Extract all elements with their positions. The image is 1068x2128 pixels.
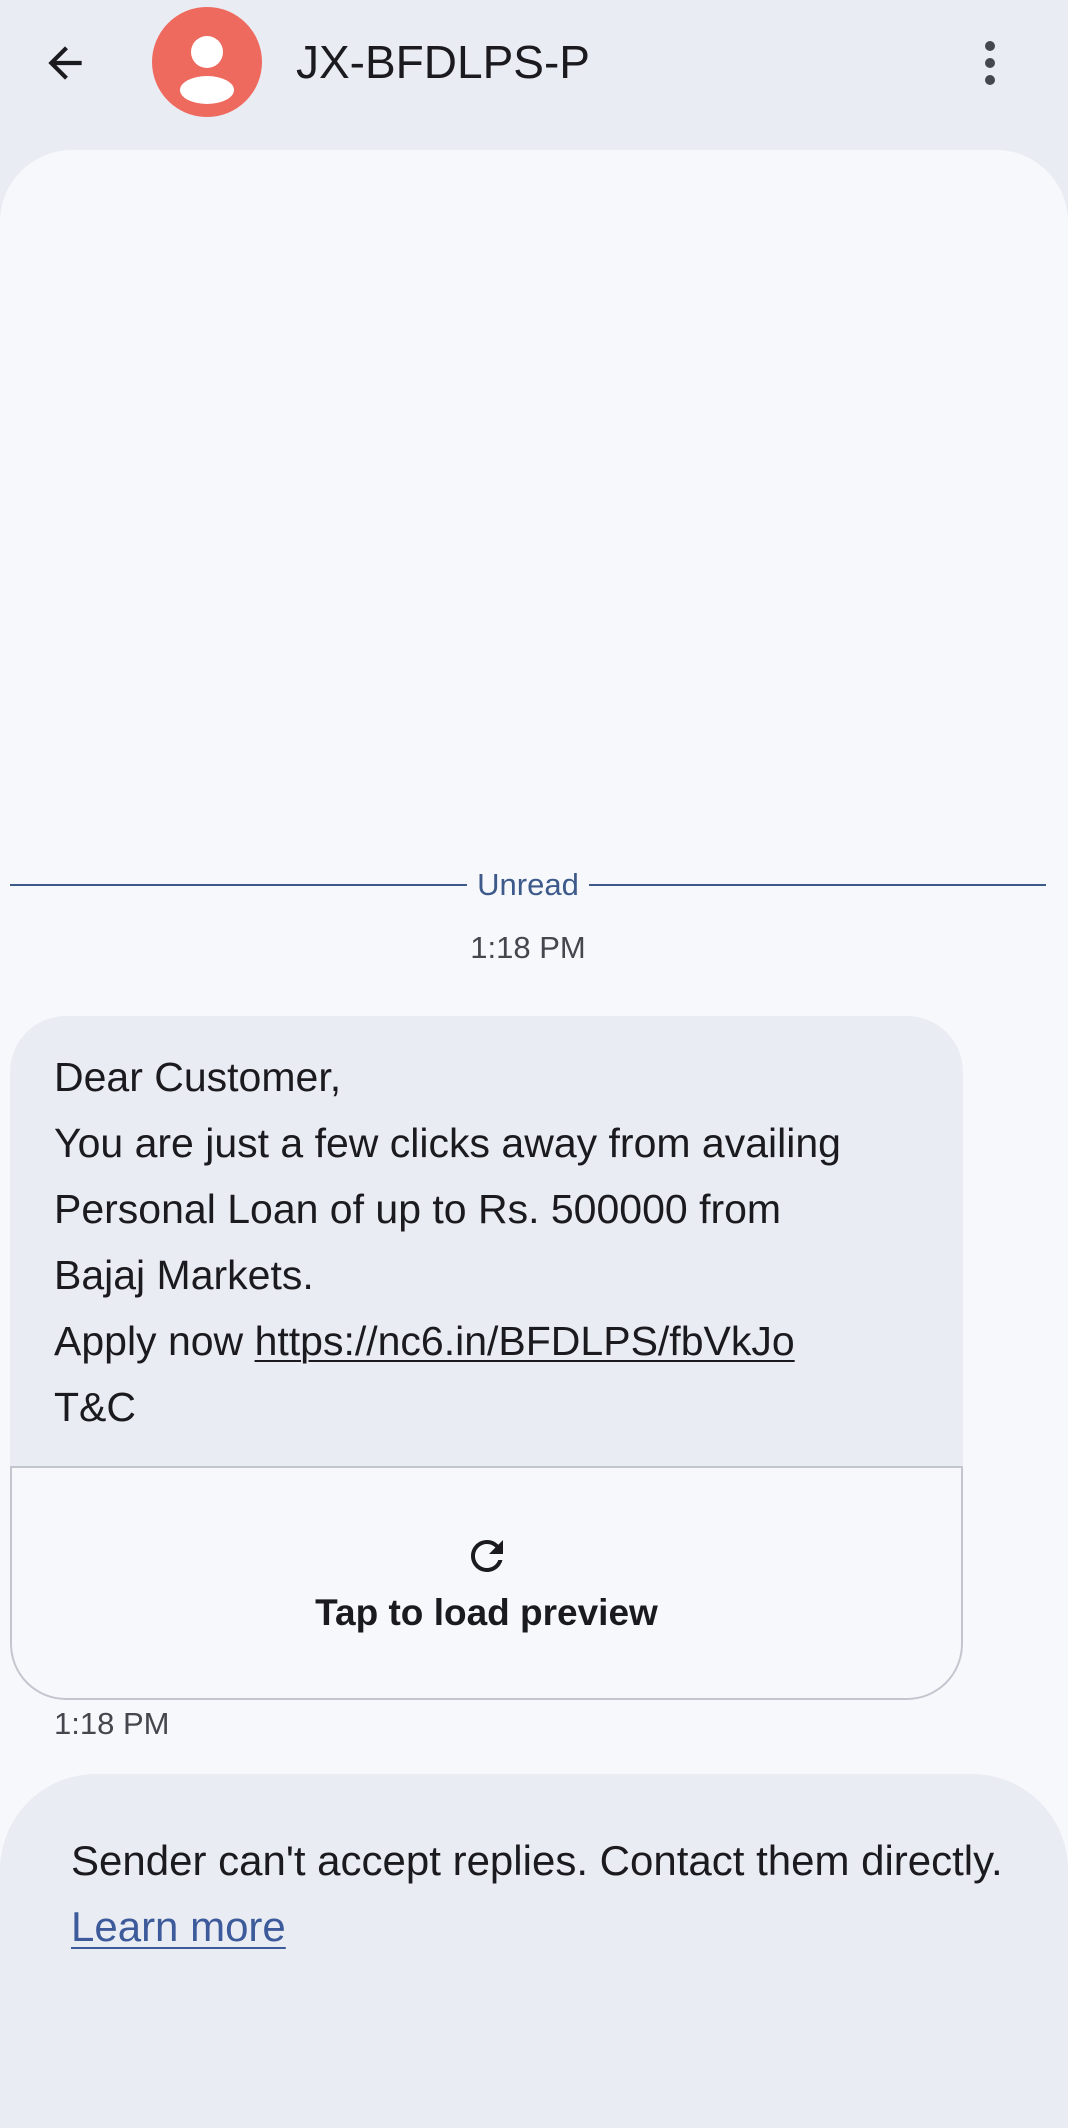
divider-line (588, 884, 1046, 886)
message-line: Dear Customer, (54, 1054, 342, 1100)
link-preview-button[interactable]: Tap to load preview (10, 1466, 963, 1700)
message-link[interactable]: https://nc6.in/BFDLPS/fbVkJo (255, 1318, 795, 1364)
message-line: Personal Loan of up to Rs. 500000 from (54, 1186, 782, 1232)
person-icon (180, 36, 234, 104)
more-options-button[interactable] (960, 26, 1020, 100)
message-line: You are just a few clicks away from avai… (54, 1120, 841, 1166)
reply-unavailable-banner: Sender can't accept replies. Contact the… (0, 1774, 1068, 2128)
unread-label: Unread (477, 867, 579, 902)
divider-line (10, 884, 468, 886)
banner-message: Sender can't accept replies. Contact the… (71, 1837, 1003, 1884)
arrow-back-icon (48, 46, 82, 80)
message-line: Bajaj Markets. (54, 1252, 314, 1298)
learn-more-link[interactable]: Learn more (71, 1903, 286, 1950)
message-text: Dear Customer, You are just a few clicks… (10, 1016, 963, 1466)
message-timestamp: 1:18 PM (54, 1706, 170, 1741)
preview-label: Tap to load preview (315, 1592, 658, 1633)
apply-prefix: Apply now (54, 1318, 255, 1364)
message-bubble[interactable]: Dear Customer, You are just a few clicks… (10, 1016, 963, 1700)
avatar[interactable] (152, 7, 262, 117)
message-line: T&C (54, 1384, 136, 1430)
back-button[interactable] (28, 26, 102, 100)
reply-unavailable-text: Sender can't accept replies. Contact the… (71, 1828, 1011, 1960)
top-app-bar: JX-BFDLPS-P (0, 0, 1068, 150)
message-line-apply: Apply now https://nc6.in/BFDLPS/fbVkJo (54, 1308, 919, 1374)
more-vert-icon (985, 41, 995, 85)
message-group-timestamp: 1:18 PM (470, 930, 586, 965)
refresh-icon (470, 1540, 503, 1572)
conversation-title: JX-BFDLPS-P (296, 36, 590, 88)
unread-divider: Unread (10, 865, 1046, 905)
